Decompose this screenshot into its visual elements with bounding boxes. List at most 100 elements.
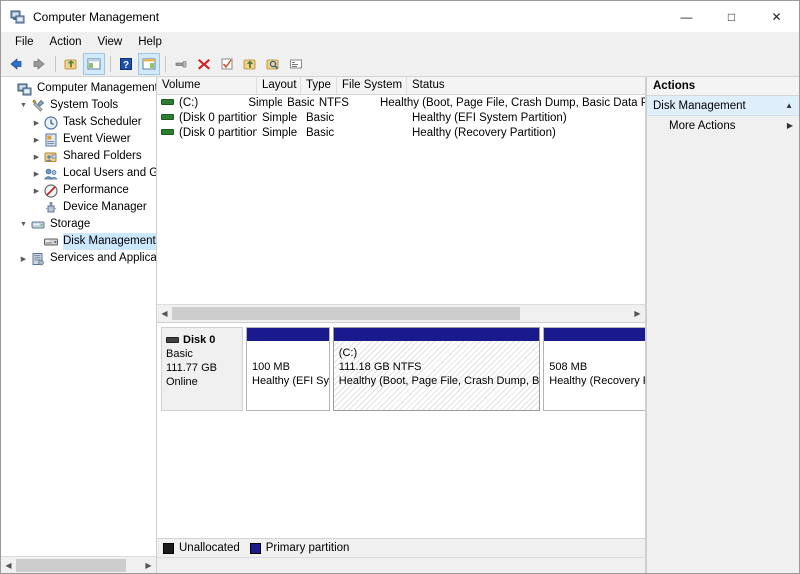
console-tree[interactable]: Computer Management (Local ▼ System Tools ▶… <box>1 77 156 556</box>
menu-view[interactable]: View <box>90 34 131 50</box>
forward-icon[interactable] <box>28 53 50 75</box>
volume-list-horizontal-scrollbar[interactable]: ◀ ▶ <box>157 304 645 322</box>
tree-scroll-track[interactable] <box>16 558 141 572</box>
chevron-right-icon[interactable]: ▶ <box>30 114 43 131</box>
volume-name: (C:) <box>179 96 199 109</box>
scroll-right-arrow-icon[interactable]: ▶ <box>630 306 645 321</box>
toolbar-separator <box>55 56 56 72</box>
chevron-right-icon[interactable]: ▶ <box>30 182 43 199</box>
volume-list-rows[interactable]: (C:) Simple Basic NTFS Healthy (Boot, Page F… <box>157 95 645 304</box>
window-title: Computer Management <box>33 9 160 24</box>
graphical-view-scroll[interactable]: Disk 0 Basic 111.77 GB Online 100 MB Heal… <box>157 323 645 538</box>
scroll-right-arrow-icon[interactable]: ▶ <box>141 558 156 573</box>
show-console-tree-icon[interactable] <box>83 53 105 75</box>
list-view-icon[interactable] <box>285 53 307 75</box>
graphical-view-region: Disk 0 Basic 111.77 GB Online 100 MB Heal… <box>157 323 646 573</box>
volume-name: (Disk 0 partition 1) <box>179 111 257 124</box>
refresh-icon[interactable] <box>216 53 238 75</box>
legend-entry: Unallocated <box>163 542 240 554</box>
column-header-status[interactable]: Status <box>407 77 645 94</box>
volume-scroll-thumb[interactable] <box>172 307 521 320</box>
tree-item-computer-management-local[interactable]: Computer Management (Local <box>1 80 156 97</box>
tree-item-system-tools[interactable]: ▼ System Tools <box>1 97 156 114</box>
search-folder-icon[interactable] <box>262 53 284 75</box>
action-item-more-actions[interactable]: More Actions ▶ <box>647 116 799 135</box>
partition-block[interactable]: (C:) 111.18 GB NTFS Healthy (Boot, Page Fi… <box>332 327 541 411</box>
volume-cell-name: (Disk 0 partition 1) <box>157 112 257 124</box>
tree-horizontal-scrollbar[interactable]: ◀ ▶ <box>1 556 156 573</box>
disk-row[interactable]: Disk 0 Basic 111.77 GB Online 100 MB Heal… <box>161 327 645 411</box>
partition-block[interactable]: 100 MB Healthy (EFI Sys <box>246 327 330 411</box>
minimize-button[interactable]: — <box>664 1 709 32</box>
tree-item-device-manager[interactable]: Device Manager <box>1 199 156 216</box>
chevron-down-icon[interactable]: ▼ <box>17 216 30 233</box>
partition-label-spacer <box>252 346 329 360</box>
partition-status: Healthy (EFI Sys <box>252 375 329 387</box>
scroll-left-arrow-icon[interactable]: ◀ <box>1 558 16 573</box>
event-viewer-icon <box>43 132 59 148</box>
tree-item-storage[interactable]: ▼ Storage <box>1 216 156 233</box>
center-pane: Volume Layout Type File System Status (C:) Si… <box>157 77 646 573</box>
shared-folders-icon <box>43 149 59 165</box>
tree-item-event-viewer[interactable]: ▶ Event Viewer <box>1 131 156 148</box>
tree-item-performance[interactable]: ▶ Performance <box>1 182 156 199</box>
up-folder-icon[interactable] <box>60 53 82 75</box>
tree-scroll-thumb[interactable] <box>16 558 126 572</box>
partition-size: 111.18 GB NTFS <box>338 361 422 373</box>
column-header-layout[interactable]: Layout <box>257 77 301 94</box>
actions-pane-filler <box>647 135 799 573</box>
volume-cell-layout: Simple <box>248 96 283 109</box>
tree-item-label: Shared Folders <box>63 150 142 162</box>
legend-entry: Primary partition <box>249 542 349 554</box>
menu-help[interactable]: Help <box>130 34 170 50</box>
tree-item-shared-folders[interactable]: ▶ Shared Folders <box>1 148 156 165</box>
column-header-file-system[interactable]: File System <box>337 77 407 94</box>
actions-group-disk-management[interactable]: Disk Management ▲ <box>647 96 799 116</box>
tree-item-services-and-applications[interactable]: ▶ Services and Applications <box>1 250 156 267</box>
toolbar: ? <box>1 52 799 77</box>
volume-color-icon <box>161 114 174 121</box>
back-icon[interactable] <box>5 53 27 75</box>
menu-file[interactable]: File <box>7 34 42 50</box>
partition-label-spacer <box>549 346 645 360</box>
computer-management-window: Computer Management — □ ✕ File Action Vi… <box>0 0 800 574</box>
performance-icon <box>43 183 59 199</box>
close-button[interactable]: ✕ <box>754 1 799 32</box>
chevron-right-icon[interactable]: ▶ <box>30 165 43 182</box>
tree-item-local-users-and-groups[interactable]: ▶ Local Users and Groups <box>1 165 156 182</box>
column-header-type[interactable]: Type <box>301 77 337 94</box>
menu-bar: File Action View Help <box>1 32 799 52</box>
disk-info-panel[interactable]: Disk 0 Basic 111.77 GB Online <box>161 327 243 411</box>
delete-icon[interactable] <box>193 53 215 75</box>
maximize-button[interactable]: □ <box>709 1 754 32</box>
partition-type-bar <box>247 328 329 341</box>
volume-cell-name: (C:) <box>157 97 243 109</box>
help-icon[interactable]: ? <box>115 53 137 75</box>
volume-row[interactable]: (C:) Simple Basic NTFS Healthy (Boot, Page F… <box>157 95 645 110</box>
menu-action[interactable]: Action <box>42 34 90 50</box>
volume-row[interactable]: (Disk 0 partition 1) Simple Basic Healthy (… <box>157 110 645 125</box>
tree-item-label: Storage <box>50 218 91 230</box>
chevron-right-icon[interactable]: ▶ <box>787 121 793 130</box>
chevron-right-icon[interactable]: ▶ <box>30 148 43 165</box>
chevron-right-icon[interactable]: ▶ <box>17 250 30 267</box>
properties-icon[interactable] <box>170 53 192 75</box>
chevron-right-icon[interactable]: ▶ <box>30 131 43 148</box>
tree-item-disk-management[interactable]: Disk Management <box>1 233 156 250</box>
scroll-left-arrow-icon[interactable]: ◀ <box>157 306 172 321</box>
clock-icon <box>43 115 59 131</box>
volume-row[interactable]: (Disk 0 partition 4) Simple Basic Healthy (… <box>157 125 645 140</box>
volume-cell-type: Basic <box>287 96 314 109</box>
volume-scroll-track[interactable] <box>172 307 630 320</box>
partition-type-bar <box>544 328 645 341</box>
partition-type-bar <box>333 328 540 341</box>
chevron-up-icon[interactable]: ▲ <box>785 101 793 110</box>
chevron-down-icon[interactable]: ▼ <box>17 97 30 114</box>
column-header-volume[interactable]: Volume <box>157 77 257 94</box>
rescan-disks-icon[interactable] <box>239 53 261 75</box>
partition-block[interactable]: 508 MB Healthy (Recovery Part <box>543 327 645 411</box>
tree-item-task-scheduler[interactable]: ▶ Task Scheduler <box>1 114 156 131</box>
show-action-pane-icon[interactable] <box>138 53 160 75</box>
